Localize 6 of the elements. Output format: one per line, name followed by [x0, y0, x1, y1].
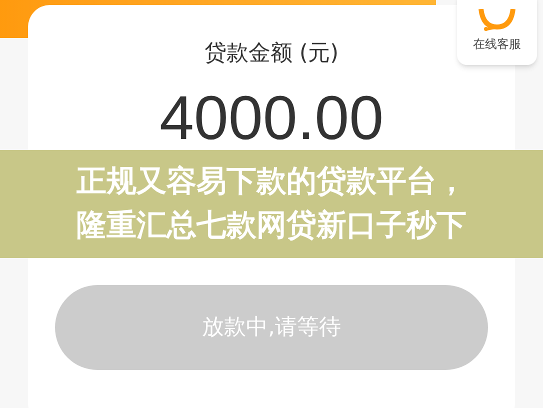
- banner-title-line: 正规又容易下款的贷款平台，: [76, 163, 466, 201]
- banner-title-line: 隆重汇总七款网贷新口子秒下: [76, 207, 466, 245]
- customer-service-button[interactable]: 在线客服: [457, 0, 537, 65]
- loan-amount: 4000.00: [159, 88, 384, 150]
- loan-amount-label: 贷款金额 (元): [204, 40, 339, 68]
- customer-service-label: 在线客服: [473, 36, 521, 53]
